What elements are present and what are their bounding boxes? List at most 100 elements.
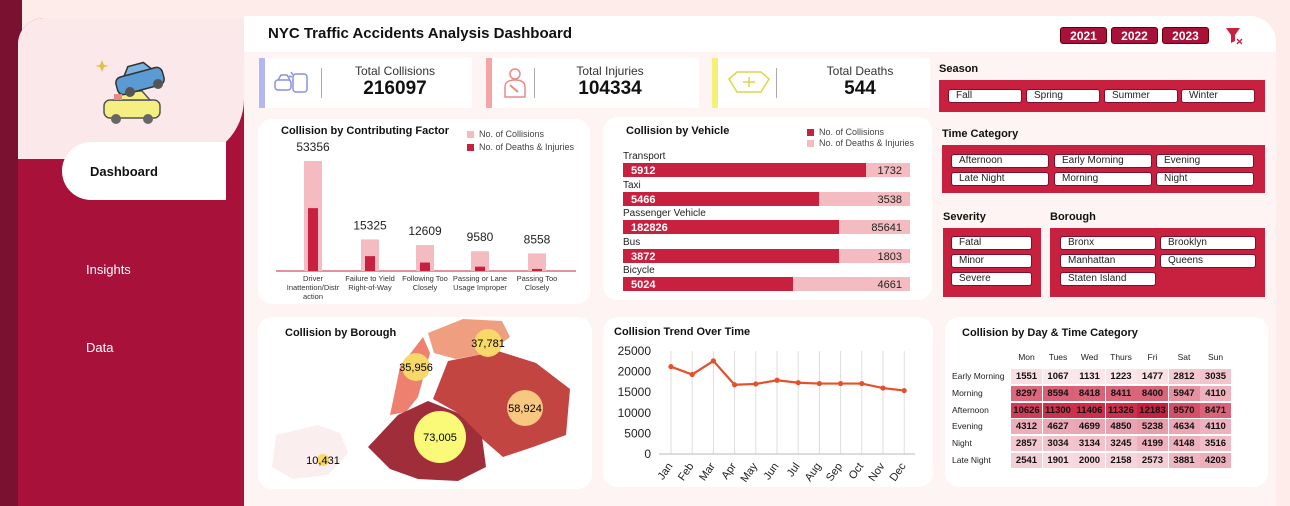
x-tick-label: Feb	[676, 461, 697, 483]
heatmap-day-label: Tues	[1048, 352, 1068, 362]
heatmap-day-label: Sun	[1207, 352, 1224, 362]
collisions-bar	[528, 253, 546, 271]
severity-chip-severe[interactable]: Severe	[951, 272, 1032, 286]
data-label: 3538	[878, 194, 902, 206]
x-tick-label: Jul	[785, 461, 803, 479]
heatmap-cell: 4312	[1011, 419, 1042, 435]
x-tick-label: Jan	[655, 461, 675, 482]
nav-dashboard[interactable]: Dashboard	[62, 142, 226, 200]
borough-map: 37,781 35,956 58,924 73,005 10,431	[272, 319, 570, 481]
heatmap-category-label: Afternoon	[952, 404, 989, 415]
x-tick-label: Jun	[761, 461, 781, 482]
data-label: 5912	[631, 165, 655, 177]
trend-point	[880, 385, 886, 391]
heatmap-cell: 10626	[1011, 402, 1042, 418]
category-label: Following Too	[402, 274, 448, 283]
heatmap-cell: 8471	[1200, 402, 1231, 418]
clear-filter-icon[interactable]	[1224, 26, 1244, 46]
x-tick-label: Apr	[719, 461, 739, 482]
kpi-label: Total Collisions	[354, 64, 436, 78]
heatmap-cell: 2541	[1011, 453, 1042, 468]
trend-point	[689, 371, 695, 378]
borough-chip-brooklyn[interactable]: Brooklyn	[1160, 236, 1256, 250]
x-tick-label: May	[739, 460, 761, 484]
page-title: NYC Traffic Accidents Analysis Dashboard	[268, 25, 572, 42]
heatmap-cell: 4110	[1200, 385, 1231, 401]
x-tick-label: Oct	[847, 461, 867, 482]
deaths-injuries-bar	[475, 266, 485, 271]
coffin-icon	[728, 71, 770, 93]
heatmap-cell: 4627	[1042, 419, 1074, 435]
trend-point	[774, 377, 780, 383]
time-chip-evening[interactable]: Evening	[1156, 154, 1254, 168]
y-tick-label: 10000	[618, 406, 652, 420]
borough-chip-queens[interactable]: Queens	[1160, 254, 1256, 268]
heatmap-cell: 5238	[1137, 419, 1168, 435]
car-crash-icon	[274, 71, 308, 93]
severity-chip-fatal[interactable]: Fatal	[951, 236, 1032, 250]
heatmap-category-label: Evening	[952, 421, 983, 432]
heatmap-cell: 3134	[1074, 436, 1105, 452]
heatmap-cell: 11406	[1074, 402, 1105, 418]
kpi-total-injuries: Total Injuries 104334	[486, 58, 699, 108]
borough-chip-manhattan[interactable]: Manhattan	[1060, 254, 1156, 268]
heatmap-category-label: Early Morning	[952, 371, 1005, 381]
borough-label: 37,781	[471, 338, 505, 350]
heatmap-category-label: Morning	[952, 387, 983, 398]
heatmap-category-label: Late Night	[952, 455, 991, 465]
heatmap-cell: 9570	[1168, 402, 1200, 418]
kpi-value: 544	[844, 78, 876, 99]
borough-label: 10,431	[306, 455, 340, 467]
nav-insights[interactable]: Insights	[62, 240, 226, 298]
heatmap-cell: 3034	[1042, 436, 1074, 452]
borough-chip-staten-island[interactable]: Staten Island	[1060, 272, 1156, 286]
year-button-2023[interactable]: 2023	[1162, 27, 1209, 44]
borough-slicer-title: Borough	[1050, 211, 1096, 223]
trend-point	[753, 381, 759, 387]
deaths-injuries-bar	[308, 208, 318, 271]
time-chip-late-night[interactable]: Late Night	[951, 172, 1049, 186]
season-chip-summer[interactable]: Summer	[1104, 89, 1178, 103]
heatmap-cell: 8594	[1042, 385, 1074, 401]
trend-point	[816, 380, 822, 387]
trend-point	[795, 380, 801, 386]
year-button-2022[interactable]: 2022	[1111, 27, 1158, 44]
trend-line	[670, 359, 905, 392]
heatmap-cell: 8400	[1137, 385, 1168, 401]
borough-bubble: 58,924	[507, 390, 543, 426]
category-label: action	[303, 292, 323, 301]
heatmap-cell: 4148	[1168, 436, 1200, 452]
data-label: 85641	[871, 222, 902, 234]
heatmap-cell: 8411	[1105, 385, 1137, 401]
borough-label: 58,924	[508, 403, 542, 415]
kpi-accent-bar	[259, 58, 265, 108]
severity-chip-minor[interactable]: Minor	[951, 254, 1032, 268]
heatmap-day-label: Mon	[1018, 352, 1035, 362]
heatmap-cell: 2158	[1105, 453, 1137, 468]
heatmap-cell: 4110	[1200, 419, 1231, 435]
heatmap-cell: 1067	[1042, 369, 1074, 384]
nav-data[interactable]: Data	[62, 318, 226, 376]
heatmap-cell: 2857	[1011, 436, 1042, 452]
season-chip-winter[interactable]: Winter	[1181, 89, 1255, 103]
kpi-label: Total Injuries	[576, 64, 644, 78]
season-chip-fall[interactable]: Fall	[948, 89, 1022, 103]
data-label: 1732	[878, 165, 902, 177]
category-label: Closely	[413, 283, 438, 292]
time-chip-night[interactable]: Night	[1156, 172, 1254, 186]
heatmap-cell: 4699	[1074, 419, 1105, 435]
data-label: 12609	[408, 224, 442, 238]
heatmap-cell: 11300	[1042, 402, 1074, 418]
x-tick-label: Aug	[803, 461, 824, 484]
year-button-2021[interactable]: 2021	[1060, 27, 1107, 44]
time-chip-early-morning[interactable]: Early Morning	[1054, 154, 1152, 168]
category-label: Passing or Lane	[453, 274, 507, 283]
time-chip-afternoon[interactable]: Afternoon	[951, 154, 1049, 168]
trend-point	[901, 387, 907, 394]
deaths-injuries-bar	[365, 256, 375, 271]
data-label: 1803	[878, 251, 902, 263]
season-chip-spring[interactable]: Spring	[1026, 89, 1100, 103]
borough-chip-bronx[interactable]: Bronx	[1060, 236, 1156, 250]
heatmap-cell: 1901	[1042, 453, 1074, 468]
time-chip-morning[interactable]: Morning	[1054, 172, 1152, 186]
